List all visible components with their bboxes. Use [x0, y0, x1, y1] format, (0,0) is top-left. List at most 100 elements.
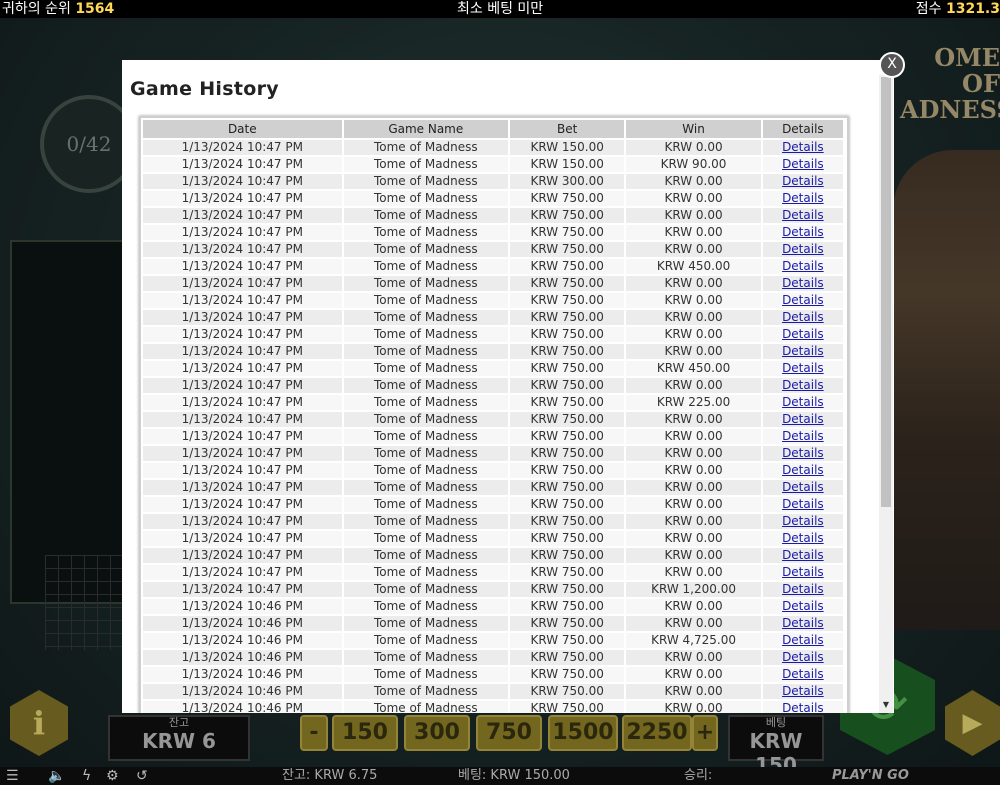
- cell-date: 1/13/2024 10:47 PM: [143, 395, 342, 410]
- column-header-game-name: Game Name: [343, 120, 509, 138]
- score-value: 1321.3: [945, 1, 1000, 17]
- details-link[interactable]: Details: [782, 616, 824, 630]
- cell-date: 1/13/2024 10:46 PM: [143, 616, 342, 631]
- details-link[interactable]: Details: [782, 395, 824, 409]
- table-row: 1/13/2024 10:46 PM Tome of Madness KRW 750…: [143, 667, 843, 682]
- history-icon[interactable]: ↺: [136, 767, 148, 785]
- details-link[interactable]: Details: [782, 429, 824, 443]
- cell-date: 1/13/2024 10:47 PM: [143, 582, 342, 597]
- cell-game-name: Tome of Madness: [343, 344, 509, 359]
- cell-details: Details: [762, 327, 843, 342]
- cell-bet: KRW 750.00: [510, 599, 625, 614]
- table-row: 1/13/2024 10:46 PM Tome of Madness KRW 750…: [143, 633, 843, 648]
- cell-date: 1/13/2024 10:47 PM: [143, 327, 342, 342]
- cell-bet: KRW 750.00: [510, 259, 625, 274]
- modal-title: Game History: [130, 78, 279, 100]
- details-link[interactable]: Details: [782, 157, 824, 171]
- cell-win: KRW 0.00: [626, 701, 761, 713]
- cell-date: 1/13/2024 10:47 PM: [143, 480, 342, 495]
- column-header-bet: Bet: [510, 120, 625, 138]
- details-link[interactable]: Details: [782, 548, 824, 562]
- details-link[interactable]: Details: [782, 259, 824, 273]
- scroll-down-icon[interactable]: ▼: [879, 700, 893, 709]
- cell-details: Details: [762, 293, 843, 308]
- modal-scrollbar[interactable]: ▼: [879, 75, 893, 713]
- details-link[interactable]: Details: [782, 701, 824, 713]
- details-link[interactable]: Details: [782, 565, 824, 579]
- details-link[interactable]: Details: [782, 344, 824, 358]
- details-link[interactable]: Details: [782, 378, 824, 392]
- table-row: 1/13/2024 10:46 PM Tome of Madness KRW 750…: [143, 684, 843, 699]
- details-link[interactable]: Details: [782, 412, 824, 426]
- details-link[interactable]: Details: [782, 208, 824, 222]
- brand-logo: PLAY'N GO: [832, 768, 909, 783]
- table-row: 1/13/2024 10:47 PM Tome of Madness KRW 750…: [143, 378, 843, 393]
- details-link[interactable]: Details: [782, 684, 824, 698]
- cell-game-name: Tome of Madness: [343, 548, 509, 563]
- cell-date: 1/13/2024 10:46 PM: [143, 633, 342, 648]
- cell-date: 1/13/2024 10:47 PM: [143, 140, 342, 155]
- cell-details: Details: [762, 463, 843, 478]
- cell-game-name: Tome of Madness: [343, 531, 509, 546]
- details-link[interactable]: Details: [782, 633, 824, 647]
- menu-icon[interactable]: ☰: [6, 767, 19, 785]
- details-link[interactable]: Details: [782, 361, 824, 375]
- table-row: 1/13/2024 10:47 PM Tome of Madness KRW 750…: [143, 463, 843, 478]
- cell-game-name: Tome of Madness: [343, 276, 509, 291]
- details-link[interactable]: Details: [782, 276, 824, 290]
- table-row: 1/13/2024 10:47 PM Tome of Madness KRW 750…: [143, 191, 843, 206]
- details-link[interactable]: Details: [782, 225, 824, 239]
- details-link[interactable]: Details: [782, 242, 824, 256]
- cell-game-name: Tome of Madness: [343, 140, 509, 155]
- cell-win: KRW 0.00: [626, 463, 761, 478]
- details-link[interactable]: Details: [782, 650, 824, 664]
- details-link[interactable]: Details: [782, 293, 824, 307]
- score-display: 점수 1321.3: [916, 0, 1000, 18]
- scrollbar-thumb[interactable]: [881, 77, 891, 507]
- cell-bet: KRW 750.00: [510, 276, 625, 291]
- history-table-container[interactable]: Date Game Name Bet Win Details 1/13/2024…: [139, 116, 849, 713]
- turbo-icon[interactable]: ϟ: [82, 767, 91, 785]
- cell-bet: KRW 750.00: [510, 327, 625, 342]
- cell-win: KRW 0.00: [626, 650, 761, 665]
- column-header-details: Details: [762, 120, 843, 138]
- details-link[interactable]: Details: [782, 599, 824, 613]
- details-link[interactable]: Details: [782, 191, 824, 205]
- details-link[interactable]: Details: [782, 327, 824, 341]
- cell-bet: KRW 750.00: [510, 361, 625, 376]
- details-link[interactable]: Details: [782, 463, 824, 477]
- cell-details: Details: [762, 310, 843, 325]
- close-icon: X: [887, 56, 897, 72]
- details-link[interactable]: Details: [782, 497, 824, 511]
- details-link[interactable]: Details: [782, 514, 824, 528]
- cell-date: 1/13/2024 10:47 PM: [143, 242, 342, 257]
- details-link[interactable]: Details: [782, 174, 824, 188]
- details-link[interactable]: Details: [782, 310, 824, 324]
- details-link[interactable]: Details: [782, 140, 824, 154]
- bottom-balance: 잔고: KRW 6.75: [282, 768, 378, 783]
- settings-icon[interactable]: ⚙: [106, 767, 119, 785]
- cell-details: Details: [762, 616, 843, 631]
- table-row: 1/13/2024 10:47 PM Tome of Madness KRW 750…: [143, 446, 843, 461]
- cell-details: Details: [762, 548, 843, 563]
- cell-details: Details: [762, 361, 843, 376]
- cell-win: KRW 450.00: [626, 259, 761, 274]
- cell-details: Details: [762, 650, 843, 665]
- close-button[interactable]: X: [879, 52, 905, 78]
- min-bet-notice: 최소 베팅 미만: [457, 1, 544, 17]
- cell-bet: KRW 750.00: [510, 480, 625, 495]
- details-link[interactable]: Details: [782, 446, 824, 460]
- table-row: 1/13/2024 10:47 PM Tome of Madness KRW 750…: [143, 565, 843, 580]
- cell-win: KRW 0.00: [626, 497, 761, 512]
- cell-bet: KRW 750.00: [510, 242, 625, 257]
- details-link[interactable]: Details: [782, 667, 824, 681]
- table-row: 1/13/2024 10:47 PM Tome of Madness KRW 750…: [143, 361, 843, 376]
- cell-bet: KRW 150.00: [510, 157, 625, 172]
- cell-game-name: Tome of Madness: [343, 667, 509, 682]
- details-link[interactable]: Details: [782, 480, 824, 494]
- details-link[interactable]: Details: [782, 531, 824, 545]
- details-link[interactable]: Details: [782, 582, 824, 596]
- cell-win: KRW 0.00: [626, 327, 761, 342]
- sound-icon[interactable]: 🔈: [48, 767, 65, 785]
- cell-date: 1/13/2024 10:47 PM: [143, 293, 342, 308]
